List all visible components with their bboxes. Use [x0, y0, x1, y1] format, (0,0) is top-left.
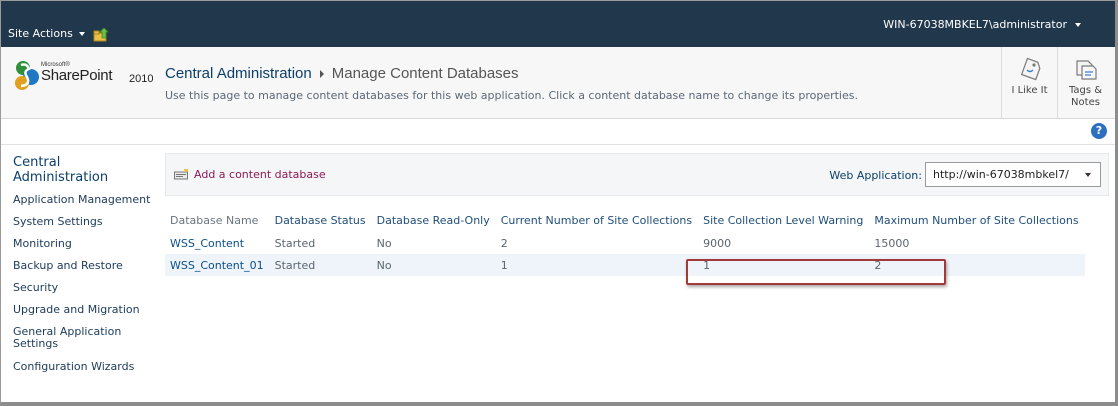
- column-header-database-read-only[interactable]: Database Read-Only: [372, 208, 496, 232]
- main-content: Add a content database Web Application: …: [165, 153, 1109, 402]
- help-strip: ?: [1, 119, 1115, 145]
- page-title: Manage Content Databases: [331, 65, 519, 82]
- logo-product: SharePoint: [41, 67, 113, 84]
- breadcrumb: Central Administration Manage Content Da…: [165, 65, 519, 82]
- tags-label-line1: Tags &: [1068, 85, 1103, 96]
- user-menu[interactable]: WIN-67038MBKEL7\administrator: [883, 18, 1081, 31]
- database-read-only-cell: No: [376, 236, 392, 250]
- nav-item-configuration-wizards[interactable]: Configuration Wizards: [13, 361, 157, 373]
- column-header-database-status[interactable]: Database Status: [270, 208, 372, 232]
- site-actions-label: Site Actions: [8, 27, 73, 40]
- database-read-only-cell: No: [371, 254, 496, 276]
- page-frame: Site Actions WIN-67038MBKEL7\administrat…: [0, 0, 1118, 406]
- sharepoint-logo[interactable]: Microsoft® SharePoint 2010: [13, 59, 158, 99]
- breadcrumb-central-administration[interactable]: Central Administration: [165, 65, 312, 82]
- column-header-site-collection-warning[interactable]: Site Collection Level Warning: [698, 208, 869, 232]
- current-site-collections-cell: 2: [500, 236, 508, 250]
- content-toolbar: Add a content database Web Application: …: [165, 153, 1109, 196]
- nav-item-monitoring[interactable]: Monitoring: [13, 238, 157, 250]
- site-actions-menu[interactable]: Site Actions: [8, 27, 85, 40]
- sharepoint-logo-icon: [15, 61, 39, 90]
- table-row: WSS_Content_01 Started No 1 1 2: [165, 254, 1085, 276]
- content-databases-table: Database Name Database Status Database R…: [165, 208, 1085, 276]
- database-name-link[interactable]: WSS_Content: [165, 232, 270, 254]
- tags-and-notes-button[interactable]: Tags & Notes: [1057, 47, 1113, 119]
- navigate-up-icon[interactable]: [93, 28, 109, 42]
- quick-launch-nav: Central Administration Application Manag…: [1, 146, 158, 402]
- highlight-annotation-box: [686, 259, 946, 285]
- chevron-down-icon: [1075, 22, 1081, 27]
- nav-item-general-application-settings[interactable]: General Application Settings: [13, 326, 157, 350]
- title-area: Microsoft® SharePoint 2010 Central Admin…: [1, 47, 1115, 119]
- chevron-down-icon: [1085, 173, 1091, 177]
- like-tag-icon: [1020, 57, 1040, 81]
- web-application-label: Web Application:: [829, 169, 922, 182]
- database-status-cell: Started: [274, 236, 316, 250]
- user-name: WIN-67038MBKEL7\administrator: [883, 18, 1067, 31]
- breadcrumb-separator-icon: [319, 69, 324, 78]
- database-name-link[interactable]: WSS_Content_01: [165, 254, 270, 276]
- logo-year: 2010: [129, 73, 154, 85]
- i-like-it-button[interactable]: I Like It: [1001, 47, 1057, 119]
- add-content-database-label: Add a content database: [194, 168, 326, 181]
- nav-item-system-settings[interactable]: System Settings: [13, 216, 157, 228]
- add-database-icon: [174, 169, 188, 180]
- nav-item-backup-and-restore[interactable]: Backup and Restore: [13, 260, 157, 272]
- max-site-collections-cell: 15000: [874, 236, 910, 250]
- nav-item-security[interactable]: Security: [13, 282, 157, 294]
- web-application-select[interactable]: http://win-67038mbkel7/: [925, 162, 1101, 187]
- top-ribbon-bar: Site Actions WIN-67038MBKEL7\administrat…: [1, 1, 1115, 47]
- chevron-down-icon: [78, 31, 85, 36]
- column-header-max-site-collections[interactable]: Maximum Number of Site Collections: [869, 208, 1084, 232]
- i-like-it-label: I Like It: [1011, 85, 1048, 96]
- web-application-value: http://win-67038mbkel7/: [933, 168, 1069, 181]
- column-header-current-site-collections[interactable]: Current Number of Site Collections: [496, 208, 698, 232]
- table-row: WSS_Content Started No 2 9000 15000: [165, 232, 1085, 254]
- nav-item-application-management[interactable]: Application Management: [13, 194, 157, 206]
- nav-heading-central-administration[interactable]: Central Administration: [13, 155, 153, 185]
- column-header-database-name[interactable]: Database Name: [165, 208, 270, 232]
- tags-notes-icon: [1075, 60, 1097, 80]
- help-icon[interactable]: ?: [1091, 123, 1107, 139]
- site-collection-warning-cell: 9000: [703, 236, 732, 250]
- page-description: Use this page to manage content database…: [165, 89, 858, 102]
- tags-label-line2: Notes: [1071, 97, 1100, 108]
- nav-item-upgrade-and-migration[interactable]: Upgrade and Migration: [13, 304, 157, 316]
- add-content-database-link[interactable]: Add a content database: [174, 168, 326, 181]
- current-site-collections-cell: 1: [495, 254, 699, 276]
- database-status-cell: Started: [269, 254, 372, 276]
- table-header-row: Database Name Database Status Database R…: [165, 208, 1085, 232]
